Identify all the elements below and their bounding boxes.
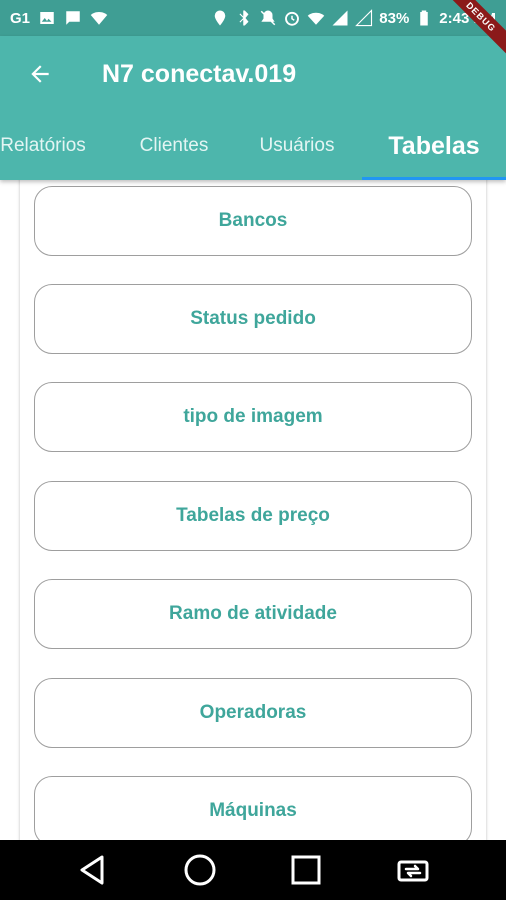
tab-usuarios[interactable]: Usuários bbox=[246, 112, 348, 180]
message-icon bbox=[64, 9, 82, 27]
carrier-icon: G1 bbox=[10, 9, 31, 27]
back-button[interactable] bbox=[0, 36, 80, 112]
status-right-icons: 83% 2:43 PM bbox=[211, 9, 496, 27]
toolbar: N7 conectav.019 bbox=[0, 36, 506, 112]
maquinas-button[interactable]: Máquinas bbox=[34, 776, 472, 840]
bancos-button[interactable]: Bancos bbox=[34, 186, 472, 256]
nav-back-button[interactable] bbox=[63, 840, 123, 900]
system-nav-bar bbox=[0, 840, 506, 900]
status-pedido-button[interactable]: Status pedido bbox=[34, 284, 472, 354]
triangle-back-icon bbox=[80, 855, 104, 885]
content-area: Bancos Status pedido tipo de imagem Tabe… bbox=[0, 180, 506, 840]
signal-weak-icon bbox=[355, 9, 373, 27]
image-icon bbox=[38, 9, 56, 27]
ramo-de-atividade-button[interactable]: Ramo de atividade bbox=[34, 579, 472, 649]
nav-home-button[interactable] bbox=[170, 840, 230, 900]
tab-relatorios[interactable]: Relatórios bbox=[0, 112, 98, 180]
signal-icon bbox=[331, 9, 349, 27]
square-recents-icon bbox=[291, 855, 321, 885]
app-bar: N7 conectav.019 Relatórios Clientes Usuá… bbox=[0, 36, 506, 180]
tab-tabelas[interactable]: Tabelas bbox=[362, 112, 506, 180]
switch-screen-icon bbox=[397, 860, 429, 882]
nav-recents-button[interactable] bbox=[276, 840, 336, 900]
tab-indicator bbox=[362, 177, 506, 180]
location-icon bbox=[211, 9, 229, 27]
operadoras-button[interactable]: Operadoras bbox=[34, 678, 472, 748]
battery-percent: 83% bbox=[379, 9, 410, 27]
alarm-icon bbox=[283, 9, 301, 27]
nav-switch-button[interactable] bbox=[383, 840, 443, 900]
circle-home-icon bbox=[184, 854, 216, 886]
arrow-back-icon bbox=[31, 65, 49, 83]
wifi-icon bbox=[307, 9, 325, 27]
battery-icon bbox=[415, 9, 433, 27]
tabelas-de-preco-button[interactable]: Tabelas de preço bbox=[34, 481, 472, 551]
bluetooth-icon bbox=[235, 9, 253, 27]
mute-icon bbox=[259, 9, 277, 27]
status-bar: G1 83% 2:43 PM bbox=[0, 0, 506, 36]
tab-clientes[interactable]: Clientes bbox=[122, 112, 226, 180]
page-title: N7 conectav.019 bbox=[102, 59, 297, 88]
tab-bar: Relatórios Clientes Usuários Tabelas bbox=[0, 112, 506, 180]
tipo-de-imagem-button[interactable]: tipo de imagem bbox=[34, 382, 472, 452]
status-left-icons: G1 bbox=[10, 9, 108, 27]
wifi-off-icon bbox=[90, 9, 108, 27]
